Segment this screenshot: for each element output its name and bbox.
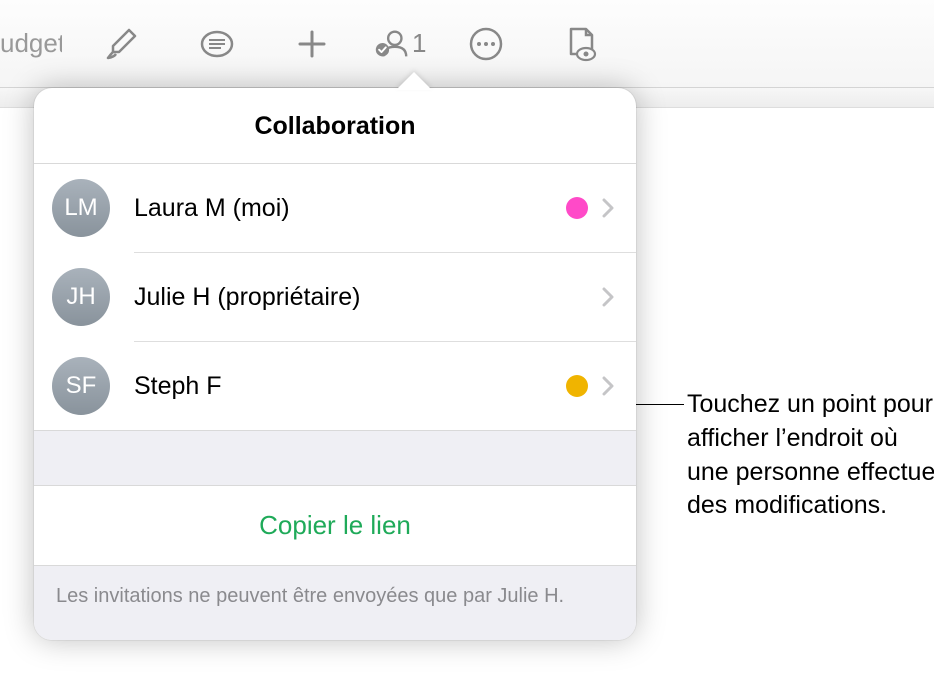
document-eye-icon — [561, 24, 601, 64]
paintbrush-icon — [102, 24, 142, 64]
annotation-text: Touchez un point pour afficher l’endroit… — [687, 388, 934, 523]
collab-count-label: 1 — [412, 28, 426, 59]
avatar: SF — [52, 357, 110, 415]
popover-title: Collaboration — [34, 88, 636, 164]
collaboration-button[interactable]: 1 — [372, 14, 426, 74]
popover-arrow — [396, 72, 432, 90]
outline-button[interactable] — [182, 14, 252, 74]
participant-name: Laura M (moi) — [134, 194, 566, 223]
chevron-right-icon — [602, 376, 614, 396]
more-icon — [466, 24, 506, 64]
presence-dot[interactable] — [566, 375, 588, 397]
participant-row[interactable]: LM Laura M (moi) — [34, 164, 636, 252]
participant-row[interactable]: SF Steph F — [34, 342, 636, 430]
more-button[interactable] — [451, 14, 521, 74]
participant-row[interactable]: JH Julie H (propriétaire) — [34, 253, 636, 341]
collaboration-icon — [372, 25, 410, 63]
add-button[interactable] — [277, 14, 347, 74]
copy-link-button[interactable]: Copier le lien — [34, 486, 636, 566]
document-view-button[interactable] — [546, 14, 616, 74]
participant-name: Steph F — [134, 372, 566, 401]
section-gap — [34, 430, 636, 486]
toolbar: udget 1 — [0, 0, 934, 88]
doc-title-truncated: udget — [0, 28, 62, 59]
presence-dot[interactable] — [566, 197, 588, 219]
collaboration-popover-wrapper: Collaboration LM Laura M (moi) JH Julie H (… — [34, 88, 636, 640]
plus-icon — [292, 24, 332, 64]
avatar: LM — [52, 179, 110, 237]
invite-footer-note: Les invitations ne peuvent être envoyées… — [34, 566, 636, 640]
chevron-right-icon — [602, 287, 614, 307]
chevron-right-icon — [602, 198, 614, 218]
paintbrush-button[interactable] — [87, 14, 157, 74]
outline-icon — [197, 24, 237, 64]
collaboration-popover: Collaboration LM Laura M (moi) JH Julie H (… — [34, 88, 636, 640]
participant-name: Julie H (propriétaire) — [134, 283, 602, 312]
avatar: JH — [52, 268, 110, 326]
